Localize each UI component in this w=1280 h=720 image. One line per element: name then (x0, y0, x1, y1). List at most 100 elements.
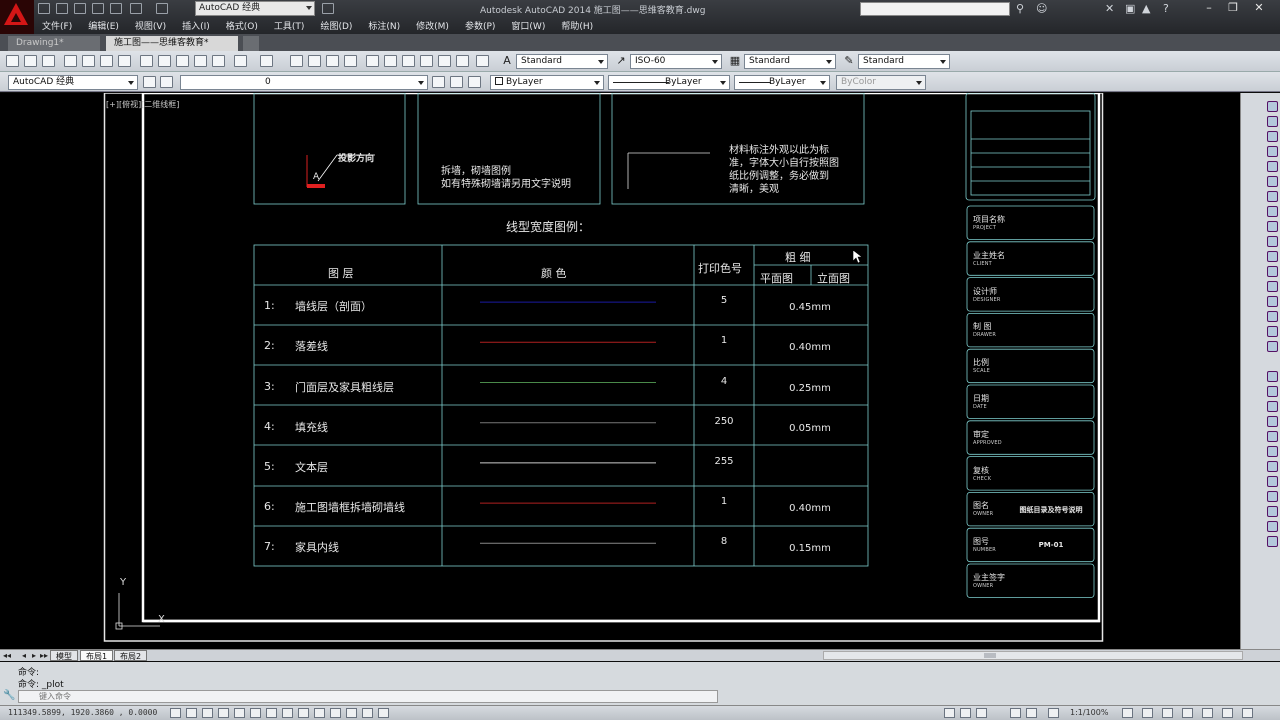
modify-tool-icon[interactable] (1267, 311, 1278, 322)
color-select[interactable]: ByLayer (490, 75, 604, 90)
close-button[interactable]: ✕ (1248, 0, 1270, 16)
new-tab-button[interactable] (243, 36, 259, 51)
prev-layout-icon[interactable]: ◂ (22, 651, 26, 660)
block-editor-icon[interactable] (212, 55, 225, 67)
workspace-switching-icon[interactable] (1142, 708, 1153, 718)
modify-tool-icon[interactable] (1267, 371, 1278, 382)
tab-model[interactable]: 模型 (50, 650, 78, 661)
modify-tool-icon[interactable] (1267, 476, 1278, 487)
3d-dwf-icon[interactable] (118, 55, 131, 67)
menu-insert[interactable]: 插入(I) (174, 17, 218, 33)
modify-tool-icon[interactable] (1267, 326, 1278, 337)
modify-tool-icon[interactable] (1267, 131, 1278, 142)
help-search-input[interactable] (860, 2, 1010, 16)
viewport-controls[interactable]: [+][俯视][二维线框] (106, 99, 179, 110)
stay-connected-icon[interactable]: ▲ (1142, 2, 1150, 15)
tab-construction-drawing[interactable]: 施工图——思维客教育* (106, 36, 238, 51)
quickcalc-icon[interactable] (456, 55, 469, 67)
minimize-button[interactable]: – (1198, 0, 1220, 16)
lineweight-select[interactable]: ByLayer (734, 75, 830, 90)
undo-icon[interactable] (130, 3, 142, 14)
modify-tool-icon[interactable] (1267, 206, 1278, 217)
multileader-style-icon[interactable]: ✎ (842, 54, 856, 68)
horizontal-scrollbar[interactable] (823, 651, 1243, 660)
open-icon[interactable] (24, 55, 37, 67)
make-current-layer-icon[interactable] (432, 76, 445, 88)
save-icon[interactable] (42, 55, 55, 67)
object-snap-tracking-icon[interactable] (282, 708, 293, 718)
layer-previous-icon[interactable] (450, 76, 463, 88)
transparency-icon[interactable] (346, 708, 357, 718)
menu-file[interactable]: 文件(F) (34, 17, 80, 33)
menu-view[interactable]: 视图(V) (127, 17, 174, 33)
modify-tool-icon[interactable] (1267, 281, 1278, 292)
save-icon[interactable] (74, 3, 86, 14)
drawing-canvas[interactable]: [+][俯视][二维线框] 投影方向 A 拆墙，砌墙图例 如有特殊砌墙请另用文字… (0, 93, 1240, 649)
autocad-logo-icon[interactable] (0, 0, 34, 34)
multileader-style-select[interactable]: Standard (858, 54, 950, 69)
match-properties-icon[interactable] (194, 55, 207, 67)
menu-tools[interactable]: 工具(T) (266, 17, 313, 33)
zoom-realtime-icon[interactable] (308, 55, 321, 67)
new-file-icon[interactable] (38, 3, 50, 14)
sheet-set-icon[interactable] (420, 55, 433, 67)
next-layout-icon[interactable]: ▸ (32, 651, 36, 660)
layer-select[interactable]: 0 (180, 75, 428, 90)
modify-tool-icon[interactable] (1267, 506, 1278, 517)
command-customize-icon[interactable]: 🔧 (3, 690, 15, 701)
modify-tool-icon[interactable] (1267, 491, 1278, 502)
menu-window[interactable]: 窗口(W) (503, 17, 553, 33)
modify-tool-icon[interactable] (1267, 176, 1278, 187)
modify-tool-icon[interactable] (1267, 251, 1278, 262)
annotation-scale-value[interactable]: 1:1/100% (1070, 708, 1108, 717)
modify-tool-icon[interactable] (1267, 161, 1278, 172)
pan-icon[interactable] (290, 55, 303, 67)
table-style-icon[interactable]: ▦ (728, 54, 742, 68)
modify-tool-icon[interactable] (1267, 146, 1278, 157)
object-snap-icon[interactable] (250, 708, 261, 718)
tab-drawing1[interactable]: Drawing1* (8, 36, 100, 51)
model-space-icon[interactable] (944, 708, 955, 718)
modify-tool-icon[interactable] (1267, 401, 1278, 412)
cut-icon[interactable] (140, 55, 153, 67)
horizontal-scroll-thumb[interactable] (984, 653, 996, 658)
menu-draw[interactable]: 绘图(D) (312, 17, 360, 33)
workspace-settings-icon[interactable] (143, 76, 156, 88)
dynamic-input-icon[interactable] (314, 708, 325, 718)
copy-icon[interactable] (158, 55, 171, 67)
menu-dimension[interactable]: 标注(N) (360, 17, 408, 33)
help-icon[interactable]: ? (1163, 2, 1169, 15)
tool-palettes-icon[interactable] (402, 55, 415, 67)
menu-format[interactable]: 格式(O) (218, 17, 266, 33)
paste-icon[interactable] (176, 55, 189, 67)
linetype-select[interactable]: ByLayer (608, 75, 730, 90)
annotation-visibility-icon[interactable] (1122, 708, 1133, 718)
print-icon[interactable] (110, 3, 122, 14)
lineweight-icon[interactable] (330, 708, 341, 718)
modify-tool-icon[interactable] (1267, 536, 1278, 547)
markup-icon[interactable] (438, 55, 451, 67)
workspace-select[interactable]: AutoCAD 经典 (8, 75, 138, 90)
zoom-window-icon[interactable] (326, 55, 339, 67)
open-file-icon[interactable] (56, 3, 68, 14)
clean-screen-icon[interactable] (1242, 708, 1253, 718)
layer-properties-icon[interactable] (160, 76, 173, 88)
first-layout-icon[interactable]: ◂◂ (3, 651, 11, 660)
modify-tool-icon[interactable] (1267, 236, 1278, 247)
pan-status-icon[interactable] (1010, 708, 1021, 718)
dim-style-icon[interactable]: ↗ (614, 54, 628, 68)
redo-icon[interactable] (156, 3, 168, 14)
properties-icon[interactable] (366, 55, 379, 67)
annotation-scale-icon[interactable] (1048, 708, 1059, 718)
menu-help[interactable]: 帮助(H) (553, 17, 601, 33)
workspace-selector[interactable]: AutoCAD 经典 (195, 1, 315, 16)
publish-icon[interactable] (100, 55, 113, 67)
modify-tool-icon[interactable] (1267, 341, 1278, 352)
modify-tool-icon[interactable] (1267, 521, 1278, 532)
modify-tool-icon[interactable] (1267, 446, 1278, 457)
zoom-previous-icon[interactable] (344, 55, 357, 67)
toolbar-lock-icon[interactable] (1162, 708, 1173, 718)
tab-layout2[interactable]: 布局2 (114, 650, 148, 661)
dim-style-select[interactable]: ISO-60 (630, 54, 722, 69)
menu-parametric[interactable]: 参数(P) (457, 17, 503, 33)
